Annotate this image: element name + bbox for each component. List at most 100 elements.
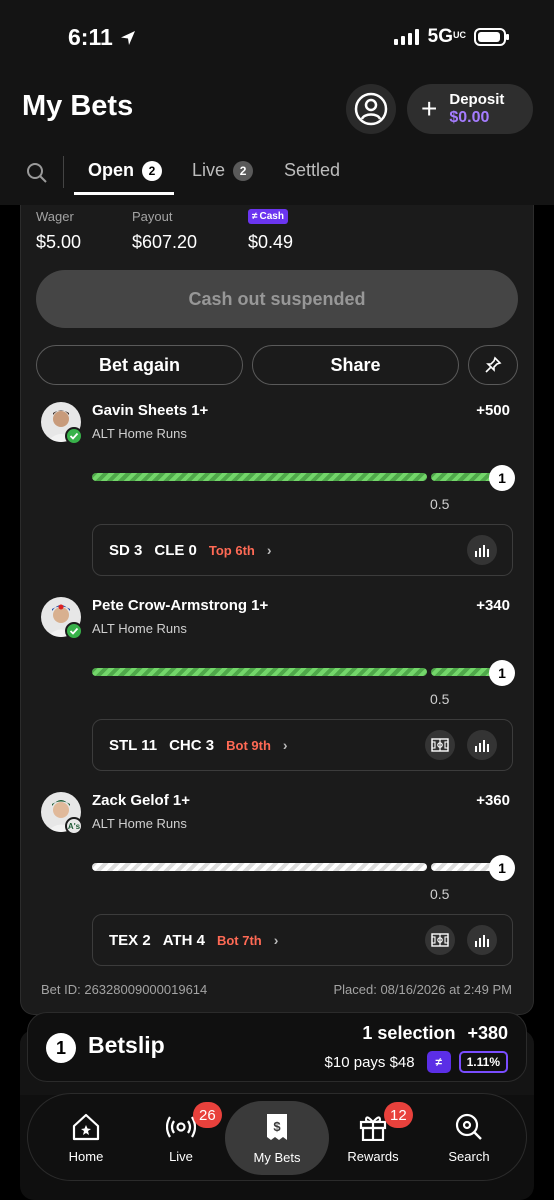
stats-icon[interactable] [467, 535, 497, 565]
live-count-badge: 26 [193, 1102, 222, 1128]
nav-home[interactable]: Home [56, 1094, 116, 1182]
leg-player-name: Zack Gelof 1+ [92, 792, 190, 809]
game-inning: Top 6th [208, 542, 255, 558]
payout-label: Payout [132, 209, 173, 224]
home-score: 0 [188, 541, 197, 559]
betslip-selection-count: 1 selection [362, 1023, 456, 1043]
boost-percentage: 1.11% [458, 1051, 508, 1073]
deposit-balance: $0.00 [449, 109, 490, 126]
active-tab-indicator [74, 192, 174, 195]
bet-id: Bet ID: 26328009000019614 [41, 982, 208, 997]
away-score: 3 [134, 541, 143, 559]
progress-bar-segment [92, 668, 427, 676]
cashout-button[interactable]: Cash out suspended [36, 270, 518, 328]
leg-market: ALT Home Runs [92, 816, 187, 831]
field-view-icon[interactable] [425, 730, 455, 760]
game-score-box[interactable]: SD 3 CLE 0 Top 6th › [92, 524, 513, 576]
team-logo-icon: A's [65, 817, 83, 835]
deposit-label: Deposit [449, 91, 505, 108]
betslip-bar[interactable]: 1 Betslip 1 selection +380 $10 pays $48 … [27, 1012, 527, 1082]
wager-label: Wager [36, 209, 74, 224]
boost-logo-icon: ≠ [426, 1051, 451, 1073]
betslip-count: 1 [46, 1033, 76, 1063]
share-button[interactable]: Share [252, 345, 459, 385]
progress-value: 1 [489, 465, 515, 491]
home-team: CLE [154, 541, 185, 559]
away-team: TEX [109, 931, 139, 949]
tab-live[interactable]: Live 2 [192, 160, 254, 181]
battery-icon [474, 28, 509, 46]
nav-home-label: Home [68, 1148, 104, 1164]
tab-open-label: Open [88, 160, 135, 180]
tab-live-label: Live [192, 160, 226, 180]
home-team: ATH [162, 931, 193, 949]
won-check-icon [65, 622, 83, 640]
game-inning: Bot 9th [226, 737, 271, 753]
network-type: 5GUC [427, 26, 466, 47]
home-score: 4 [196, 931, 205, 949]
nav-search[interactable]: Search [439, 1094, 499, 1182]
signal-icon [393, 29, 419, 45]
progress-threshold: 0.5 [430, 691, 450, 707]
my-bets-icon: $ [267, 1113, 287, 1140]
payout-value: $607.20 [132, 232, 198, 252]
away-team: STL [109, 736, 138, 754]
nav-live-label: Live [169, 1148, 193, 1164]
betslip-payout-row: $10 pays $48 ≠ 1.11% [325, 1051, 508, 1073]
betslip-odds: +380 [467, 1023, 508, 1043]
deposit-button[interactable]: + Deposit $0.00 [407, 84, 533, 134]
nav-rewards-label: Rewards [347, 1148, 399, 1164]
status-time: 6:11 [68, 24, 137, 51]
bottom-nav: Home Live 26 $ My Bets Rewards 12 Search [27, 1093, 527, 1181]
nav-my-bets-label: My Bets [253, 1149, 301, 1165]
progress-bar-segment [92, 473, 427, 481]
stats-icon[interactable] [467, 730, 497, 760]
home-team: CHC [169, 736, 202, 754]
leg-player-name: Gavin Sheets 1+ [92, 402, 209, 419]
profile-icon [354, 92, 388, 126]
svg-text:$: $ [273, 1119, 281, 1134]
leg-market: ALT Home Runs [92, 621, 187, 636]
progress-threshold: 0.5 [430, 496, 450, 512]
location-arrow-icon [121, 31, 136, 45]
search-icon [455, 1113, 482, 1140]
tab-open-count: 2 [142, 160, 163, 181]
pin-icon [485, 356, 502, 373]
betslip-summary: 1 selection +380 [362, 1023, 508, 1044]
placed-timestamp: Placed: 08/16/2026 at 2:49 PM [333, 982, 512, 997]
wager-value: $5.00 [36, 232, 82, 252]
progress-value: 1 [489, 660, 515, 686]
bet-again-button[interactable]: Bet again [36, 345, 243, 385]
away-score: 2 [142, 931, 151, 949]
tab-open[interactable]: Open 2 [88, 160, 163, 181]
chevron-right-icon: › [282, 737, 288, 753]
plus-icon: + [421, 93, 438, 124]
cash-badge: ≠ Cash [248, 209, 288, 224]
rewards-count-badge: 12 [384, 1102, 413, 1128]
cash-logo-icon: ≠ [252, 211, 258, 222]
progress-bar-segment [92, 863, 427, 871]
nav-my-bets[interactable]: $ My Bets [247, 1094, 307, 1182]
leg-odds: +340 [476, 597, 510, 614]
profile-button[interactable] [346, 84, 396, 134]
clock: 6:11 [68, 24, 113, 50]
progress-threshold: 0.5 [430, 886, 450, 902]
betslip-title: Betslip [88, 1032, 165, 1058]
home-score: 3 [205, 736, 215, 754]
tab-divider [63, 156, 64, 188]
home-icon [72, 1113, 100, 1140]
progress-value: 1 [489, 855, 515, 881]
cash-value: $0.49 [248, 232, 294, 252]
leg-market: ALT Home Runs [92, 426, 187, 441]
page-title: My Bets [22, 90, 134, 122]
tab-settled[interactable]: Settled [284, 160, 340, 181]
game-inning: Bot 7th [216, 932, 262, 948]
pin-button[interactable] [468, 345, 518, 385]
search-icon[interactable] [26, 162, 48, 184]
away-team: SD [109, 541, 130, 559]
field-view-icon[interactable] [425, 925, 455, 955]
live-icon [166, 1115, 196, 1138]
nav-search-label: Search [448, 1148, 490, 1164]
betslip-payout: $10 pays $48 [324, 1053, 415, 1071]
stats-icon[interactable] [467, 925, 497, 955]
